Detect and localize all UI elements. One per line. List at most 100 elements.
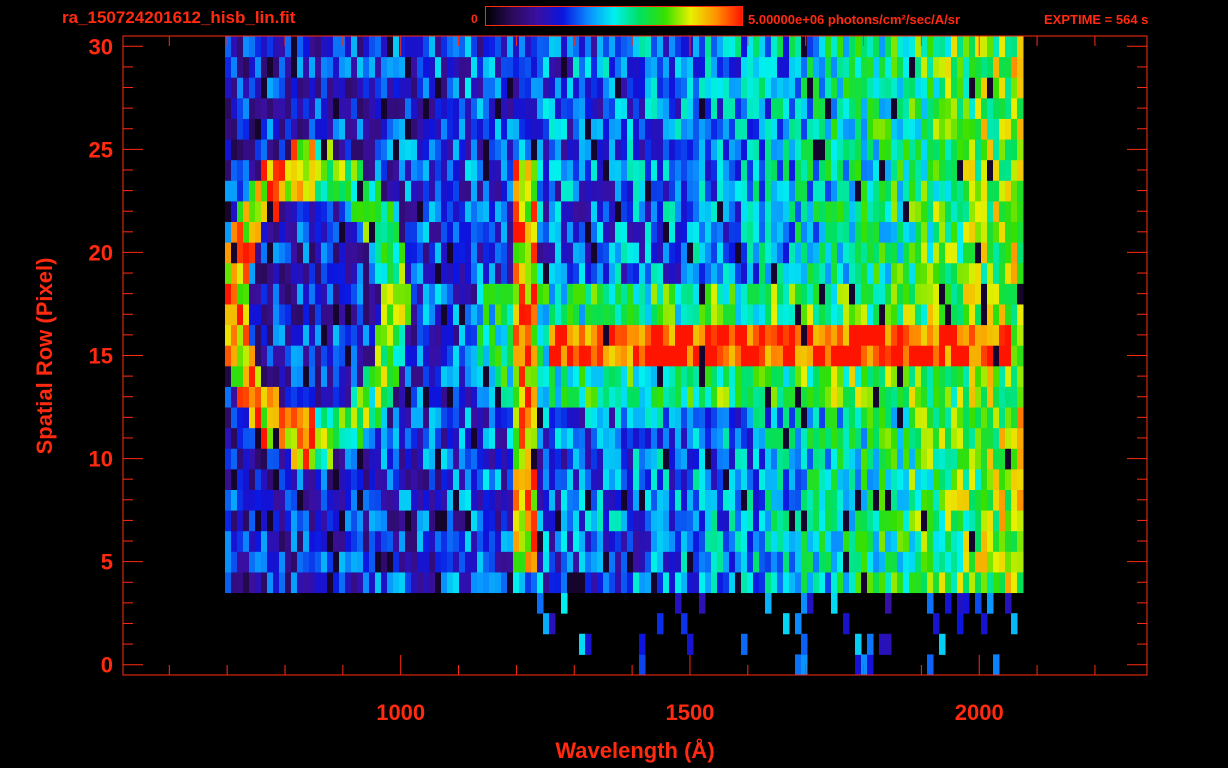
heatmap-cell: [231, 200, 238, 223]
heatmap-cell: [459, 283, 466, 305]
heatmap-cell: [411, 407, 418, 429]
heatmap-cell: [807, 36, 814, 58]
heatmap-cell: [825, 551, 832, 573]
heatmap-cell: [603, 77, 610, 99]
heatmap-cell: [627, 345, 634, 367]
heatmap-cell: [483, 386, 490, 408]
heatmap-cell: [921, 468, 928, 490]
heatmap-cell: [417, 56, 424, 78]
heatmap-cell: [855, 468, 862, 490]
heatmap-cell: [393, 36, 400, 58]
heatmap-cell: [723, 180, 730, 202]
heatmap-cell: [585, 283, 592, 305]
heatmap-cell: [351, 262, 358, 284]
heatmap-cell: [831, 242, 838, 264]
heatmap-cell: [705, 345, 712, 367]
heatmap-cell: [777, 36, 784, 58]
heatmap-cell: [759, 510, 766, 532]
heatmap-cell: [519, 407, 526, 429]
heatmap-cell: [963, 118, 970, 140]
heatmap-cell: [933, 407, 940, 429]
heatmap-cell: [969, 551, 976, 573]
heatmap-cell: [705, 139, 712, 161]
heatmap-cell: [969, 159, 976, 181]
heatmap-cell: [717, 221, 724, 243]
heatmap-cell: [351, 345, 358, 367]
heatmap-cell: [1005, 324, 1012, 346]
heatmap-cell: [333, 365, 340, 387]
heatmap-cell: [405, 200, 412, 223]
heatmap-cell: [621, 56, 628, 78]
heatmap-cell: [681, 180, 688, 202]
heatmap-cell: [363, 221, 370, 243]
heatmap-cell: [483, 97, 490, 119]
heatmap-cell: [921, 345, 928, 367]
heatmap-cell: [303, 97, 310, 119]
heatmap-cell: [765, 386, 772, 408]
heatmap-cell: [993, 468, 1000, 490]
heatmap-cell: [699, 221, 706, 243]
heatmap-cell: [393, 530, 400, 552]
heatmap-cell: [879, 530, 886, 552]
heatmap-cell: [777, 345, 784, 367]
heatmap-cell: [417, 118, 424, 140]
heatmap-cell: [255, 324, 262, 346]
heatmap-cell: [231, 345, 238, 367]
heatmap-cell: [543, 468, 550, 490]
heatmap-cell: [501, 407, 508, 429]
heatmap-cell: [543, 571, 550, 594]
heatmap-cell: [855, 283, 862, 305]
heatmap-cell: [873, 510, 880, 532]
heatmap-cell: [987, 365, 994, 387]
heatmap-cell: [333, 77, 340, 99]
heatmap-cell: [729, 97, 736, 119]
heatmap-cell: [903, 221, 910, 243]
heatmap-cell: [261, 448, 268, 470]
heatmap-cell: [375, 489, 382, 511]
heatmap-cell: [537, 200, 544, 223]
heatmap-cell: [441, 303, 448, 326]
heatmap-cell: [933, 97, 940, 119]
heatmap-cell: [483, 262, 490, 284]
heatmap-cell: [771, 365, 778, 387]
heatmap-cell: [267, 571, 274, 594]
heatmap-cell: [741, 530, 748, 552]
heatmap-cell: [705, 56, 712, 78]
heatmap-cell: [651, 345, 658, 367]
heatmap-cell: [957, 551, 964, 573]
heatmap-cell: [717, 427, 724, 449]
heatmap-cell: [729, 530, 736, 552]
heatmap-cell: [987, 200, 994, 223]
heatmap-cell: [597, 365, 604, 387]
heatmap-cell: [897, 262, 904, 284]
heatmap-cell: [495, 427, 502, 449]
heatmap-cell: [489, 303, 496, 326]
heatmap-cell: [435, 551, 442, 573]
heatmap-cell: [585, 77, 592, 99]
heatmap-cell: [387, 180, 394, 202]
heatmap-cell: [615, 510, 622, 532]
heatmap-cell: [897, 386, 904, 408]
heatmap-cell: [687, 468, 694, 490]
heatmap-cell: [363, 448, 370, 470]
heatmap-cell: [573, 427, 580, 449]
heatmap-cell: [957, 283, 964, 305]
file-title: ra_150724201612_hisb_lin.fit: [62, 8, 296, 27]
heatmap-cell: [555, 56, 562, 78]
heatmap-cell: [279, 407, 286, 429]
heatmap-cell: [333, 56, 340, 78]
heatmap-cell: [525, 36, 532, 58]
heatmap-cell: [675, 530, 682, 552]
heatmap-cell: [327, 56, 334, 78]
heatmap-cell: [537, 427, 544, 449]
heatmap-cell: [405, 221, 412, 243]
heatmap-cell: [639, 510, 646, 532]
heatmap-cell: [765, 427, 772, 449]
heatmap-cell: [453, 324, 460, 346]
heatmap-cell: [393, 551, 400, 573]
heatmap-cell: [771, 345, 778, 367]
heatmap-cell: [591, 407, 598, 429]
heatmap-cell: [741, 159, 748, 181]
heatmap-cell: [651, 365, 658, 387]
heatmap-cell: [825, 139, 832, 161]
